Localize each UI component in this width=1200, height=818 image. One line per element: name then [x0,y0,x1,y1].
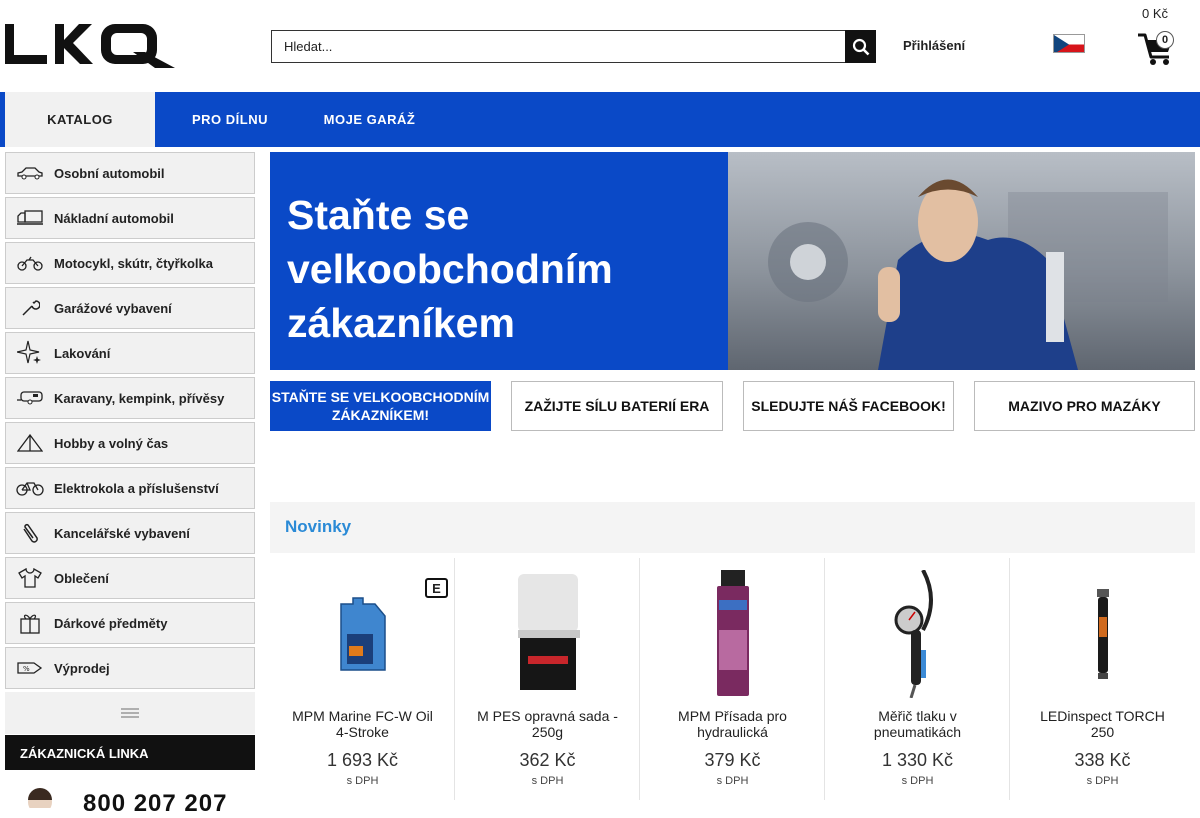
tab-pro-dilnu[interactable]: PRO DÍLNU [155,92,305,147]
show-more-categories-button[interactable] [5,692,255,734]
operator-avatar-icon [28,788,52,808]
caravan-icon [6,377,54,419]
sidebar-item-label: Výprodej [54,660,110,676]
product-vat-note: s DPH [901,775,934,787]
sidebar-item-label: Kancelářské vybavení [54,525,190,541]
search-input[interactable] [271,30,845,63]
hotline-number[interactable]: 800 207 207 [83,790,227,818]
sidebar-item-label: Lakování [54,345,111,361]
sidebar-item-garazove-vybaveni[interactable]: Garážové vybavení [5,287,255,329]
sidebar-item-osobni-automobil[interactable]: Osobní automobil [5,152,255,194]
sidebar-item-lakovani[interactable]: Lakování [5,332,255,374]
sidebar-item-hobby[interactable]: Hobby a volný čas [5,422,255,464]
motorcycle-icon [6,242,54,284]
product-image-led-torch [1010,566,1195,701]
product-image-hydraulic-additive [640,566,825,701]
tag-icon: % [6,647,54,689]
cart-total: 0 Kč [1142,6,1169,21]
product-vat-note: s DPH [346,775,379,787]
search-icon [852,38,869,55]
gift-icon [6,602,54,644]
promo-wholesale-button[interactable]: STAŇTE SE VELKOOBCHODNÍM ZÁKAZNÍKEM! [270,381,491,431]
sidebar-item-label: Dárkové předměty [54,615,168,631]
sidebar-item-karavany[interactable]: Karavany, kempink, přívěsy [5,377,255,419]
cart-count-badge: 0 [1156,31,1174,49]
product-image-repair-kit [455,566,640,701]
menu-lines-icon [121,708,139,718]
sidebar-item-vyprodej[interactable]: % Výprodej [5,647,255,689]
product-name[interactable]: LEDinspect TORCH 250 [1030,708,1175,740]
paperclip-icon [6,512,54,554]
section-title: Novinky [285,517,352,536]
sidebar-item-label: Nákladní automobil [54,210,174,226]
sparkle-icon [6,332,54,374]
product-name[interactable]: MPM Přísada pro hydraulická [660,708,805,740]
sidebar-item-label: Motocykl, skútr, čtyřkolka [54,255,213,271]
category-sidebar: Osobní automobil Nákladní automobil Moto… [5,152,255,734]
product-price: 379 Kč [704,750,761,770]
product-vat-note: s DPH [531,775,564,787]
sidebar-item-nakladni-automobil[interactable]: Nákladní automobil [5,197,255,239]
car-icon [6,152,54,194]
product-carousel: E MPM Marine FC-W Oil 4-Stroke 1 693 Kč … [270,558,1200,800]
promo-lubricant-button[interactable]: MAZIVO PRO MAZÁKY [974,381,1195,431]
product-card[interactable]: E MPM Marine FC-W Oil 4-Stroke 1 693 Kč … [270,558,455,800]
product-price: 1 330 Kč [881,750,954,770]
product-card[interactable]: MPM Přísada pro hydraulická 379 Kč s DPH [640,558,825,800]
product-price: 362 Kč [519,750,576,770]
truck-icon [6,197,54,239]
sidebar-item-motocykl[interactable]: Motocykl, skútr, čtyřkolka [5,242,255,284]
sidebar-item-label: Osobní automobil [54,165,165,181]
customer-hotline-title: ZÁKAZNICKÁ LINKA [5,735,255,770]
tshirt-icon [6,557,54,599]
main-nav: KATALOG PRO DÍLNU MOJE GARÁŽ [0,92,1200,147]
bicycle-icon [6,467,54,509]
sidebar-item-kancelarske-vybaveni[interactable]: Kancelářské vybavení [5,512,255,554]
product-vat-note: s DPH [1086,775,1119,787]
product-name[interactable]: MPM Marine FC-W Oil 4-Stroke [290,708,435,740]
hotline-phone: 800 207 207 [5,784,255,817]
sidebar-item-label: Hobby a volný čas [54,435,169,451]
e-badge-icon: E [425,578,448,598]
banner-mechanic-photo [728,152,1195,370]
product-vat-note: s DPH [716,775,749,787]
sidebar-item-elektrokola[interactable]: Elektrokola a příslušenství [5,467,255,509]
sidebar-item-label: Karavany, kempink, přívěsy [54,390,225,406]
czech-flag-icon[interactable] [1053,34,1085,53]
product-name[interactable]: Měřič tlaku v pneumatikách [845,708,990,740]
search-button[interactable] [845,30,876,63]
site-header: Přihlášení 0 Kč 0 [0,0,1200,92]
product-name[interactable]: M PES opravná sada - 250g [475,708,620,740]
product-card[interactable]: LEDinspect TORCH 250 338 Kč s DPH [1010,558,1195,800]
product-card[interactable]: Měřič tlaku v pneumatikách 1 330 Kč s DP… [825,558,1010,800]
novinky-section-header: Novinky [270,502,1195,553]
sidebar-item-obleceni[interactable]: Oblečení [5,557,255,599]
search-bar [271,30,876,63]
hero-banner[interactable]: Staňte se velkoobchodním zákazníkem [270,152,1195,370]
lkq-logo[interactable] [5,22,175,68]
promo-facebook-button[interactable]: SLEDUJTE NÁŠ FACEBOOK! [743,381,954,431]
tent-icon [6,422,54,464]
sidebar-item-label: Elektrokola a příslušenství [54,480,219,496]
wrench-icon [6,287,54,329]
product-price: 1 693 Kč [326,750,399,770]
sidebar-item-label: Oblečení [54,570,109,586]
svg-text:%: % [23,665,30,673]
tab-moje-garaz[interactable]: MOJE GARÁŽ [312,92,427,147]
banner-headline: Staňte se velkoobchodním zákazníkem [287,192,613,346]
promo-era-batteries-button[interactable]: ZAŽIJTE SÍLU BATERIÍ ERA [511,381,723,431]
tab-katalog[interactable]: KATALOG [5,92,155,147]
product-card[interactable]: M PES opravná sada - 250g 362 Kč s DPH [455,558,640,800]
login-link[interactable]: Přihlášení [903,38,965,53]
sidebar-item-darkove-predmety[interactable]: Dárkové předměty [5,602,255,644]
sidebar-item-label: Garážové vybavení [54,300,172,316]
product-price: 338 Kč [1074,750,1131,770]
product-image-tire-gauge [825,566,1010,701]
